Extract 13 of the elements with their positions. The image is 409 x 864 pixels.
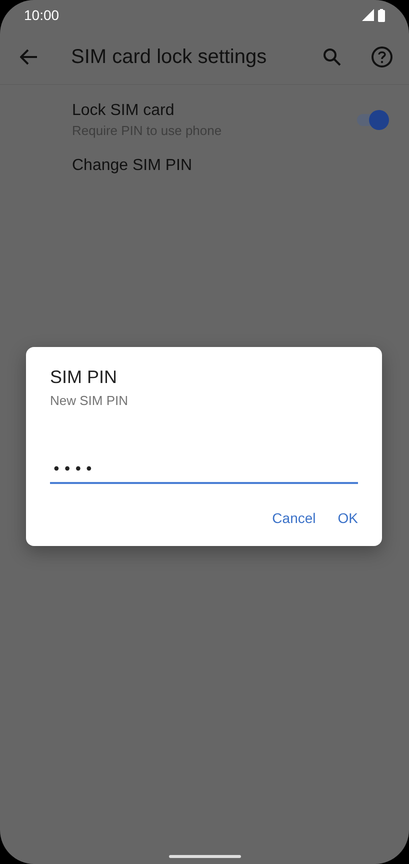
back-icon[interactable]	[20, 49, 38, 65]
help-icon[interactable]	[371, 46, 393, 68]
battery-icon	[378, 8, 385, 22]
screen-title: SIM card lock settings	[71, 46, 268, 68]
search-icon[interactable]	[323, 48, 341, 66]
setting-title[interactable]: Change SIM PIN	[72, 157, 389, 175]
dialog-message: New SIM PIN	[50, 393, 130, 408]
signal-icon	[362, 9, 374, 21]
dialog-title: SIM PIN	[50, 367, 118, 388]
status-time: 10:00	[24, 7, 60, 23]
setting-title[interactable]: Lock SIM card	[72, 102, 357, 120]
dialog-button[interactable]: Cancel	[266, 504, 316, 532]
dialog-button[interactable]: OK	[332, 504, 358, 532]
